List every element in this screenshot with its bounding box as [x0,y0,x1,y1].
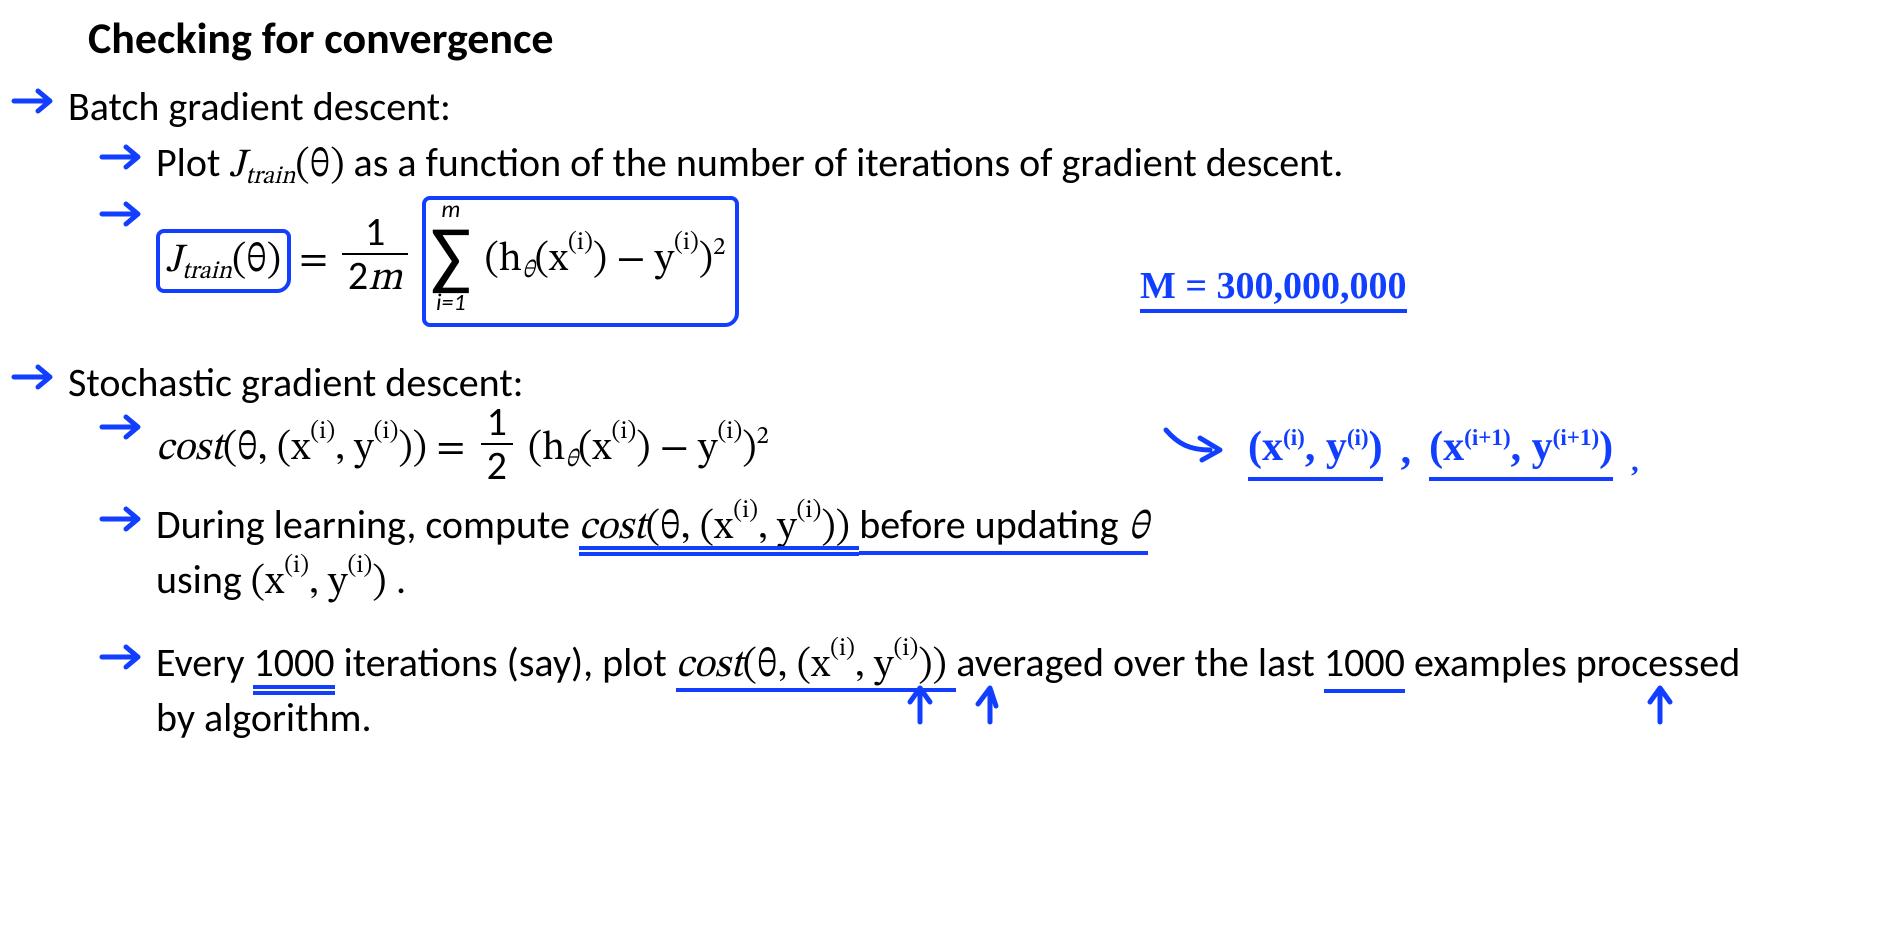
batch-plot-line: Plot Jtrain(θ) as a function of the numb… [156,137,1556,192]
bullet-arrow-icon [98,637,156,677]
thousand-underline-2: 1000 [1324,638,1405,693]
batch-heading: Batch gradient descent: [68,81,1820,133]
sgd-heading: Stochastic gradient descent: [68,357,1820,409]
cost-expr-underlined: cost(θ, (x(i), y(i))) [579,508,859,548]
thousand-underline: 1000 [253,638,334,687]
bullet-arrow-icon [98,407,156,447]
bullet-arrow-icon [98,137,156,177]
one-half: 1 2 [481,401,513,487]
sgd-during-line: During learning, compute cost(θ, (x(i), … [156,499,1820,609]
jtrain-box: Jtrain(θ) [156,229,291,293]
annotation-up-arrow-icon [1640,680,1680,739]
annotation-up-arrow-icon [970,680,1010,739]
annotation-example-pairs: (x(i), y(i)) , (x(i+1), y(i+1)) , [1160,420,1639,481]
batch-jtrain-equation: Jtrain(θ) = 1 2m m ∑ i=1 (hθ(x(i)) − y(i… [156,194,1820,334]
before-updating-underline: before updating θ [859,500,1148,555]
sgd-every-line: Every 1000 iterations (say), plot cost(θ… [156,637,1756,744]
one-over-2m: 1 2m [342,211,408,300]
sigma-icon: m ∑ i=1 [430,198,471,314]
bullet-arrow-icon [10,81,68,121]
handwritten-arrow-icon [1160,420,1230,481]
annotation-m-value: M = 300,000,000 [1140,262,1407,311]
sum-box: m ∑ i=1 (hθ(x(i)) − y(i))2 [422,196,739,326]
bullet-arrow-icon [10,357,68,397]
annotation-up-arrow-icon [900,680,940,739]
bullet-arrow-icon [98,194,156,234]
bullet-arrow-icon [98,499,156,539]
slide-title: Checking for convergence [88,10,1820,67]
